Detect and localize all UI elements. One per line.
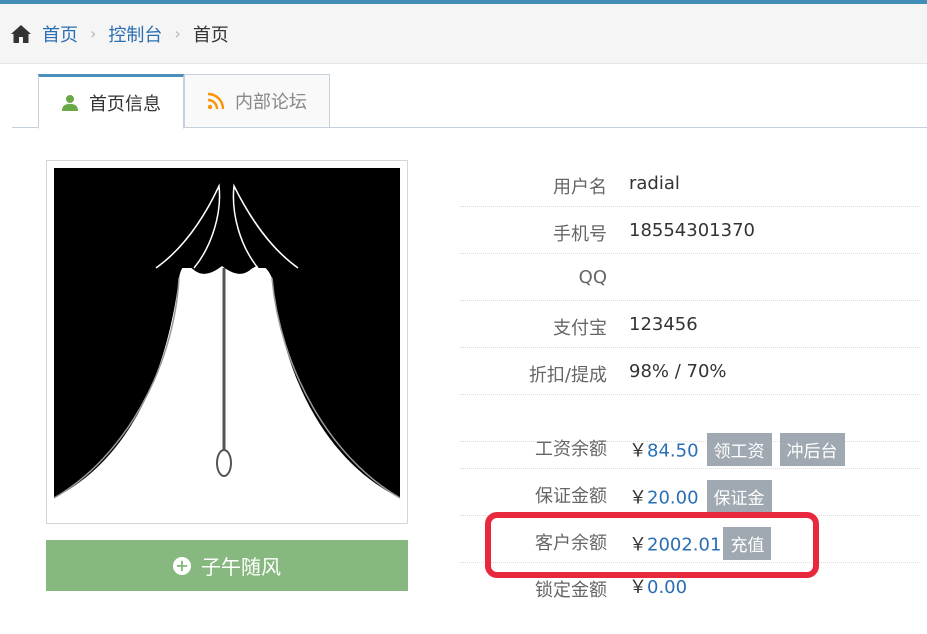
info-label: 支付宝 bbox=[553, 318, 607, 339]
info-label: 保证金额 bbox=[535, 486, 607, 507]
info-row-deposit: 保证金额 ￥20.00 保证金 bbox=[460, 469, 920, 516]
tab-forum[interactable]: 内部论坛 bbox=[184, 74, 330, 128]
deposit-value: ￥20.00 保证金 bbox=[629, 480, 772, 515]
breadcrumb-separator: › bbox=[174, 24, 181, 43]
breadcrumb-separator: › bbox=[90, 24, 97, 43]
tab-label: 内部论坛 bbox=[235, 92, 307, 113]
info-row-customer-balance: 客户余额 ￥2002.01 充值 bbox=[460, 516, 920, 563]
currency-symbol: ￥ bbox=[629, 534, 647, 556]
salary-value: ￥84.50 领工资 冲后台 bbox=[629, 433, 845, 468]
info-value: 123456 bbox=[629, 314, 698, 335]
info-row-username: 用户名 radial bbox=[460, 160, 920, 207]
rss-icon bbox=[207, 92, 225, 110]
info-label: 工资余额 bbox=[535, 439, 607, 460]
info-row-discount: 折扣/提成 98% / 70% bbox=[460, 348, 920, 395]
avatar-image bbox=[54, 168, 400, 514]
info-value: 98% / 70% bbox=[629, 361, 727, 382]
info-label: 锁定金额 bbox=[535, 580, 607, 601]
tab-label: 首页信息 bbox=[89, 93, 161, 115]
info-row-qq: QQ bbox=[460, 254, 920, 301]
breadcrumb-console-link[interactable]: 控制台 bbox=[108, 21, 162, 47]
withdraw-salary-button[interactable]: 领工资 bbox=[706, 433, 772, 466]
tab-home-info[interactable]: 首页信息 bbox=[38, 74, 184, 129]
currency-symbol: ￥ bbox=[629, 487, 647, 509]
tab-bar: 首页信息 内部论坛 bbox=[12, 74, 927, 129]
locked-value: ￥0.00 bbox=[629, 573, 687, 599]
user-info-panel: 用户名 radial 手机号 18554301370 QQ 支付宝 123456… bbox=[460, 160, 920, 610]
info-row-locked: 锁定金额 ￥0.00 bbox=[460, 563, 920, 610]
recharge-button[interactable]: 充值 bbox=[723, 527, 772, 560]
plus-circle-icon: + bbox=[173, 556, 191, 575]
salary-amount: 84.50 bbox=[647, 440, 699, 462]
topup-backend-button[interactable]: 冲后台 bbox=[779, 433, 845, 466]
info-row-alipay: 支付宝 123456 bbox=[460, 301, 920, 348]
breadcrumb-home-link[interactable]: 首页 bbox=[42, 21, 78, 47]
info-value: radial bbox=[629, 173, 680, 194]
deposit-amount: 20.00 bbox=[647, 487, 699, 509]
currency-symbol: ￥ bbox=[629, 577, 647, 598]
info-label: 客户余额 bbox=[535, 533, 607, 554]
customer-balance-amount: 2002.01 bbox=[647, 534, 722, 556]
info-label: 用户名 bbox=[553, 177, 607, 198]
deposit-button[interactable]: 保证金 bbox=[706, 480, 772, 513]
breadcrumb: 首页 › 控制台 › 首页 bbox=[0, 4, 927, 64]
info-label: 折扣/提成 bbox=[528, 365, 607, 386]
info-label: QQ bbox=[578, 267, 607, 288]
breadcrumb-current: 首页 bbox=[192, 24, 229, 46]
home-icon[interactable] bbox=[10, 24, 32, 44]
info-value: 18554301370 bbox=[629, 220, 755, 241]
locked-amount: 0.00 bbox=[647, 577, 688, 598]
customer-balance-value: ￥2002.01 充值 bbox=[629, 527, 772, 562]
avatar bbox=[46, 160, 408, 524]
info-row-salary: 工资余额 ￥84.50 领工资 冲后台 bbox=[460, 422, 920, 469]
profile-name-button[interactable]: + 子午随风 bbox=[46, 540, 408, 591]
user-icon bbox=[62, 94, 78, 111]
currency-symbol: ￥ bbox=[629, 440, 647, 462]
info-row-phone: 手机号 18554301370 bbox=[460, 207, 920, 254]
profile-name: 子午随风 bbox=[201, 555, 281, 579]
info-label: 手机号 bbox=[553, 224, 607, 245]
